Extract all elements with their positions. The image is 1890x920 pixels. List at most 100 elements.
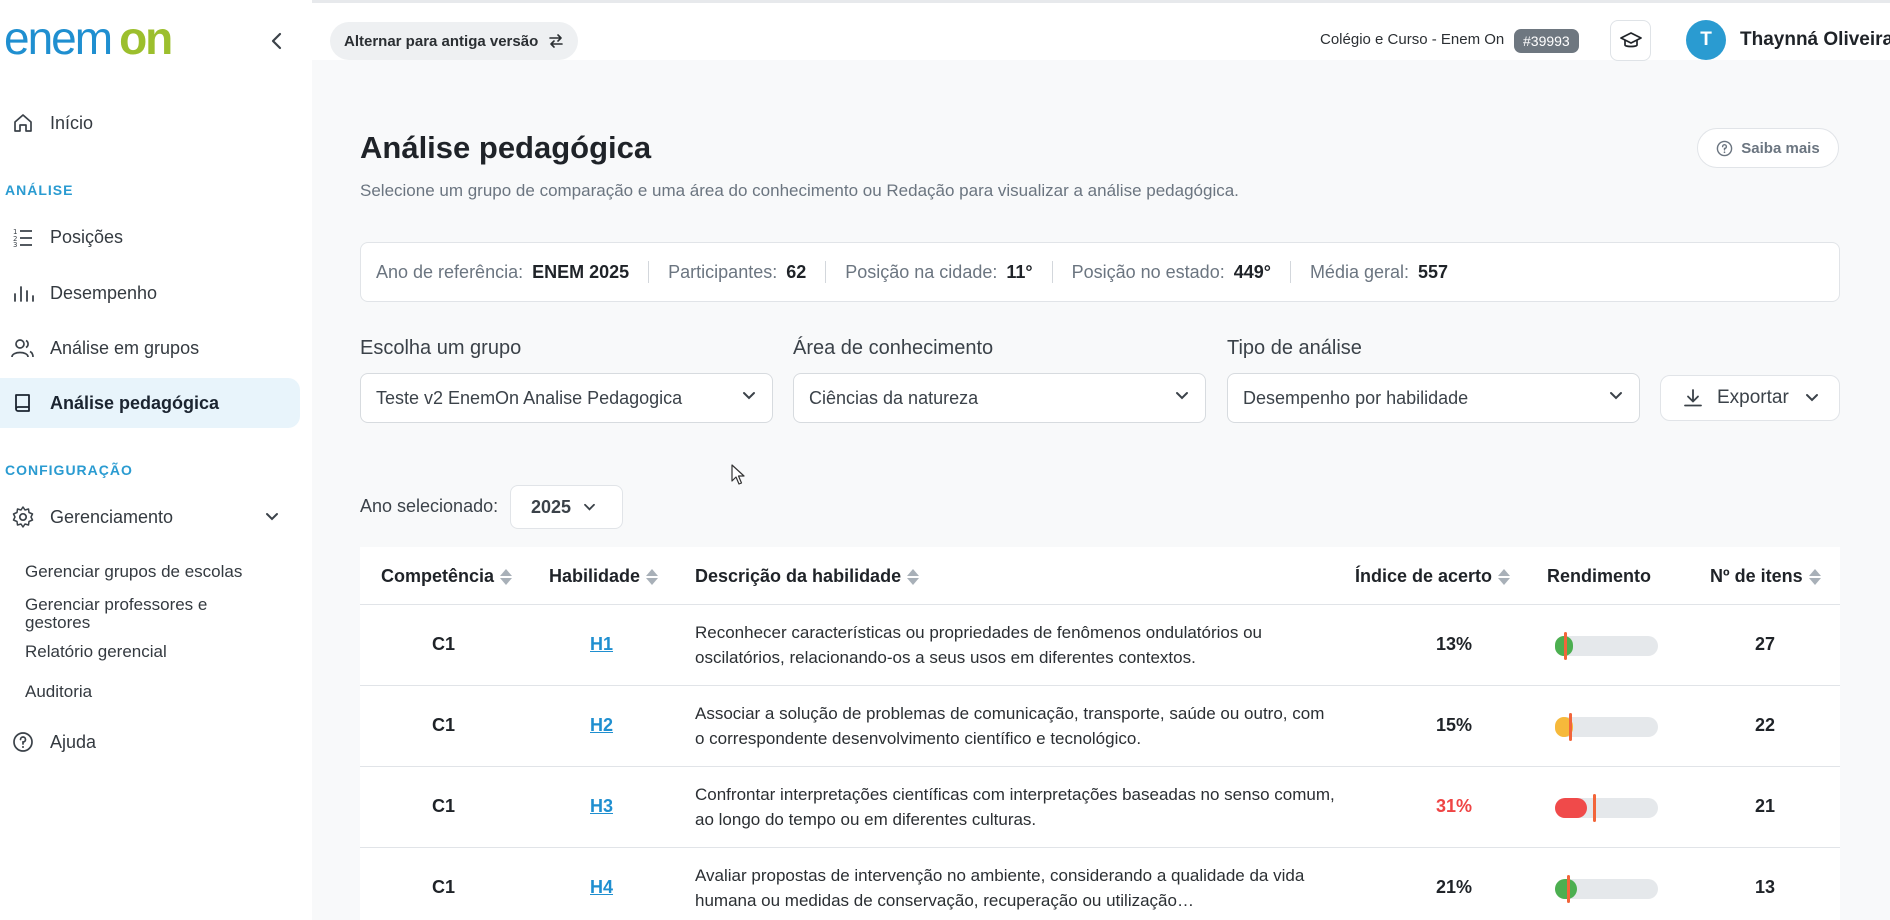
stat-value: 62 xyxy=(786,261,807,282)
sidebar-item-posicoes[interactable]: 123 Posições xyxy=(0,212,300,262)
stat-ano-referencia: Ano de referência: ENEM 2025 xyxy=(376,262,629,283)
stat-label: Posição na cidade: xyxy=(845,261,998,282)
logo-text-on: on xyxy=(119,12,173,64)
switch-old-version-button[interactable]: Alternar para antiga versão xyxy=(330,22,579,60)
page-title: Análise pedagógica xyxy=(360,130,652,165)
page-subtitle: Selecione um grupo de comparação e uma á… xyxy=(360,181,1239,200)
sort-icon xyxy=(1498,568,1511,585)
reference-marker xyxy=(1564,632,1568,660)
column-header-habilidade[interactable]: Habilidade xyxy=(549,566,659,587)
chevron-down-icon xyxy=(743,392,755,400)
stat-posicao-cidade: Posição na cidade: 11° xyxy=(845,262,1032,283)
sidebar-subitem-grupos-escolas[interactable]: Gerenciar grupos de escolas xyxy=(25,563,265,581)
sidebar-item-label: Início xyxy=(50,112,94,133)
column-header-label: Índice de acerto xyxy=(1355,566,1493,586)
help-circle-icon xyxy=(1717,140,1733,156)
grupo-select-value: Teste v2 EnemOn Analise Pedagogica xyxy=(376,387,683,408)
logo-text-enem: enem xyxy=(4,12,113,64)
export-button[interactable]: Exportar xyxy=(1660,375,1840,421)
rendimento-bar xyxy=(1555,713,1658,741)
sidebar-item-desempenho[interactable]: Desempenho xyxy=(0,268,300,318)
cell-descricao: Associar a solução de problemas de comun… xyxy=(695,704,1325,748)
grupo-select[interactable]: Teste v2 EnemOn Analise Pedagogica xyxy=(360,373,773,423)
sidebar-subitem-auditoria[interactable]: Auditoria xyxy=(25,683,265,701)
habilidade-link[interactable]: H4 xyxy=(590,877,613,898)
cell-itens: 13 xyxy=(1754,877,1776,897)
year-select[interactable]: 2025 xyxy=(510,485,623,529)
book-icon xyxy=(10,390,36,416)
svg-text:3: 3 xyxy=(13,241,17,248)
tipo-analise-select[interactable]: Desempenho por habilidade xyxy=(1227,373,1640,423)
area-conhecimento-select[interactable]: Ciências da natureza xyxy=(793,373,1206,423)
cell-itens: 27 xyxy=(1754,634,1776,654)
stat-value: 11° xyxy=(1006,261,1033,282)
user-avatar[interactable]: T xyxy=(1686,20,1726,60)
home-icon xyxy=(10,110,36,136)
cell-descricao: Confrontar interpretações científicas co… xyxy=(695,785,1335,829)
sort-icon xyxy=(500,568,513,585)
switch-old-version-label: Alternar para antiga versão xyxy=(344,32,539,50)
sidebar-item-inicio[interactable]: Início xyxy=(0,98,300,148)
column-header-label: Rendimento xyxy=(1547,566,1652,586)
table-header: Competência Habilidade Descrição da habi… xyxy=(360,547,1840,605)
stat-value: 557 xyxy=(1418,261,1449,282)
stat-posicao-estado: Posição no estado: 449° xyxy=(1072,262,1271,283)
grupo-label: Escolha um grupo xyxy=(360,337,522,359)
column-header-label: Descrição da habilidade xyxy=(695,566,902,586)
area-label: Área de conhecimento xyxy=(793,337,994,359)
column-header-label: Habilidade xyxy=(549,566,641,586)
habilidade-link[interactable]: H2 xyxy=(590,715,613,736)
stat-value: ENEM 2025 xyxy=(532,261,630,282)
year-label: Ano selecionado: xyxy=(360,496,499,516)
stat-label: Posição no estado: xyxy=(1071,261,1225,282)
gear-icon xyxy=(10,504,36,530)
graduation-cap-icon xyxy=(1619,31,1642,47)
rendimento-bar xyxy=(1555,875,1658,903)
enem-on-logo[interactable]: enem on xyxy=(4,12,173,64)
column-header-indice-acerto[interactable]: Índice de acerto xyxy=(1355,566,1511,587)
reference-marker xyxy=(1567,875,1571,903)
cell-competencia: C1 xyxy=(432,877,456,897)
saiba-mais-button[interactable]: Saiba mais xyxy=(1697,128,1839,168)
sidebar-item-analise-grupos[interactable]: Análise em grupos xyxy=(0,323,300,373)
sort-icon xyxy=(646,568,659,585)
divider xyxy=(1289,261,1291,283)
sidebar: enem on Início ANÁLISE 123 Posições Dese… xyxy=(0,0,312,920)
graduation-button[interactable] xyxy=(1610,20,1651,61)
column-header-rendimento: Rendimento xyxy=(1547,566,1651,587)
stat-value: 449° xyxy=(1233,261,1271,282)
sidebar-item-label: Posições xyxy=(50,226,124,247)
stat-participantes: Participantes: 62 xyxy=(668,262,806,283)
sidebar-item-ajuda[interactable]: Ajuda xyxy=(0,717,300,767)
divider xyxy=(1051,261,1053,283)
tipo-select-value: Desempenho por habilidade xyxy=(1243,387,1469,408)
cell-indice-acerto: 13% xyxy=(1435,634,1473,654)
cell-competencia: C1 xyxy=(432,796,456,816)
sidebar-item-label: Análise em grupos xyxy=(50,337,200,358)
rendimento-bar xyxy=(1555,632,1658,660)
cell-competencia: C1 xyxy=(432,634,456,654)
column-header-descricao[interactable]: Descrição da habilidade xyxy=(695,566,920,587)
skills-table: Competência Habilidade Descrição da habi… xyxy=(360,547,1840,920)
habilidade-link[interactable]: H3 xyxy=(590,796,613,817)
sidebar-subitem-relatorio-gerencial[interactable]: Relatório gerencial xyxy=(25,643,265,661)
school-name: Colégio e Curso - Enem On xyxy=(1320,31,1505,48)
user-name[interactable]: Thaynná Oliveira xyxy=(1740,29,1890,51)
cell-itens: 21 xyxy=(1754,796,1776,816)
column-header-competencia[interactable]: Competência xyxy=(381,566,513,587)
sidebar-subitem-professores-gestores[interactable]: Gerenciar professores e gestores xyxy=(25,596,255,632)
habilidade-link[interactable]: H1 xyxy=(590,634,613,655)
area-select-value: Ciências da natureza xyxy=(809,387,979,408)
sidebar-item-label: Desempenho xyxy=(50,282,158,303)
sidebar-item-gerenciamento[interactable]: Gerenciamento xyxy=(0,492,300,542)
column-header-itens[interactable]: Nº de itens xyxy=(1710,566,1821,587)
ranking-list-icon: 123 xyxy=(10,224,36,250)
saiba-mais-label: Saiba mais xyxy=(1741,139,1820,157)
reference-marker xyxy=(1593,794,1597,822)
collapse-sidebar-button[interactable] xyxy=(262,26,292,56)
sidebar-item-analise-pedagogica[interactable]: Análise pedagógica xyxy=(0,378,300,428)
chevron-down-icon xyxy=(1176,392,1188,400)
rendimento-bar xyxy=(1555,794,1658,822)
cell-indice-acerto: 31% xyxy=(1435,796,1473,816)
rendimento-bar-fill xyxy=(1555,879,1577,899)
